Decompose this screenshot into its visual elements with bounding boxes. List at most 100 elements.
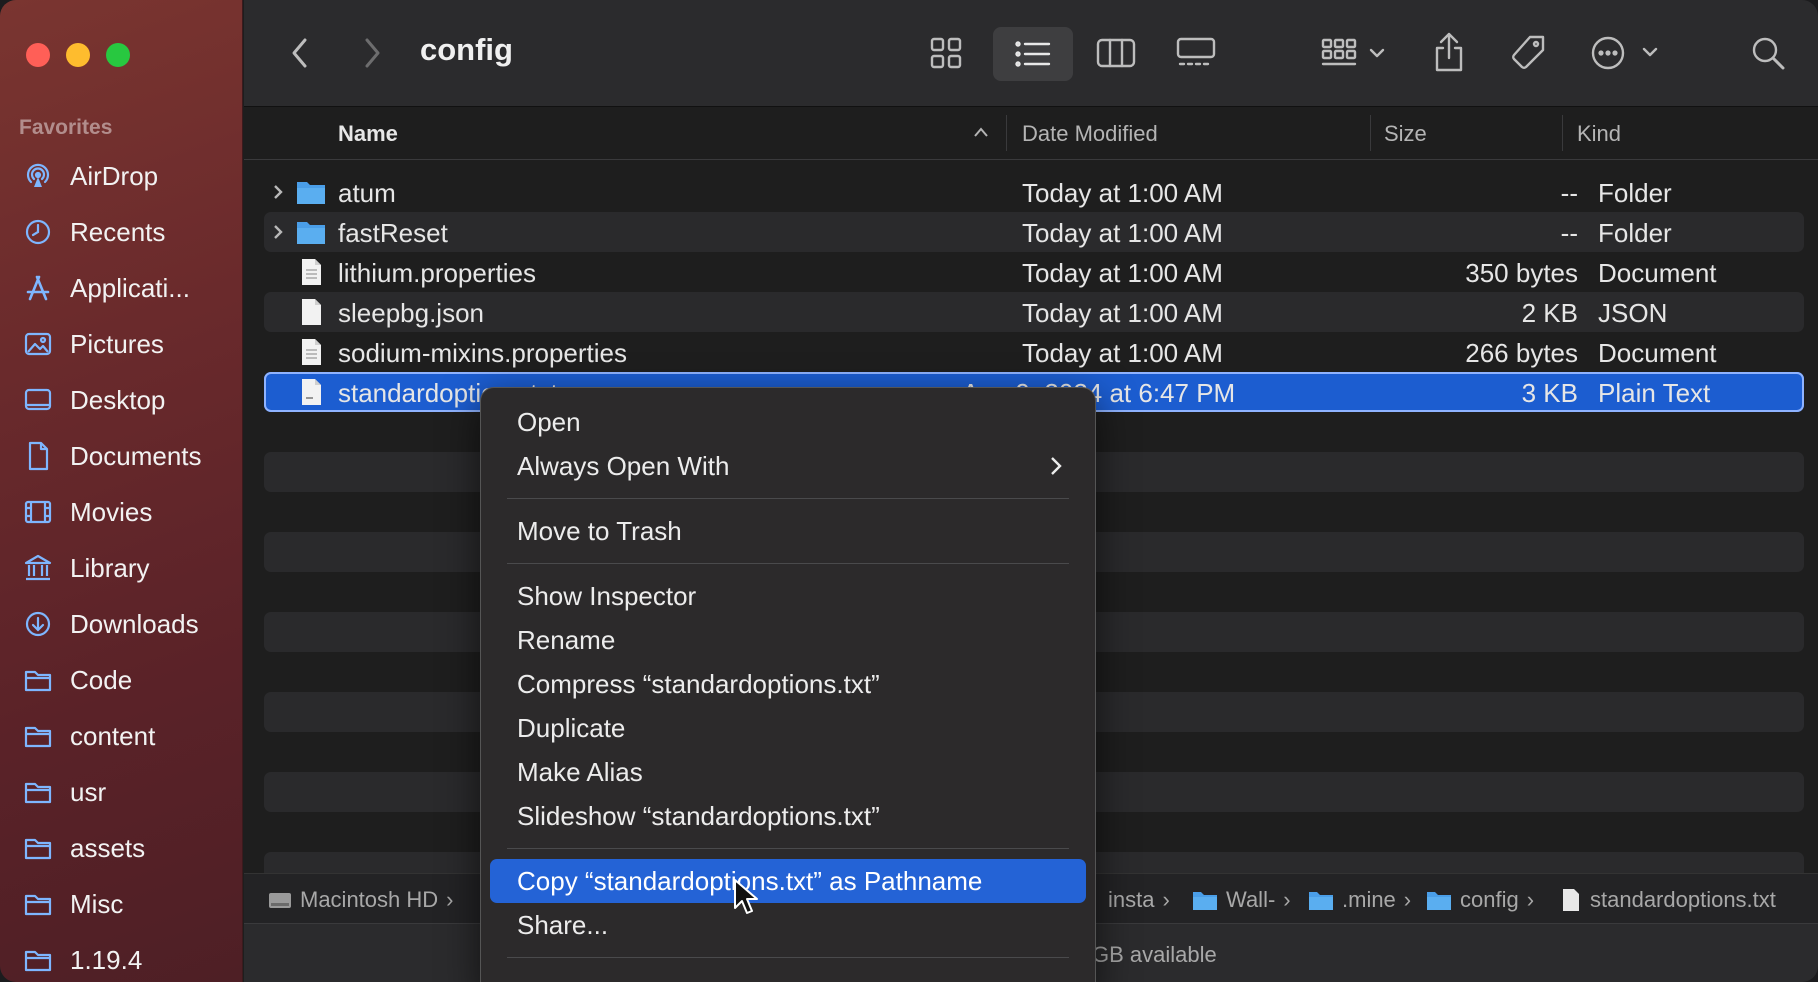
sidebar-item-1-19-4[interactable]: 1.19.4 [0, 932, 243, 982]
sidebar-item-airdrop[interactable]: AirDrop [0, 148, 243, 204]
file-size: 350 bytes [1465, 258, 1578, 288]
sidebar-item-applications[interactable]: Applicati... [0, 260, 243, 316]
disclosure-triangle-icon[interactable] [268, 178, 288, 206]
path-segment[interactable]: config › [1426, 887, 1534, 913]
sidebar-item-downloads[interactable]: Downloads [0, 596, 243, 652]
column-view-button[interactable] [1090, 30, 1142, 76]
list-view-button[interactable] [993, 27, 1073, 81]
path-segment[interactable]: Macintosh HD › [268, 887, 453, 913]
file-name: sleepbg.json [338, 298, 484, 328]
column-divider[interactable] [1370, 115, 1371, 151]
sidebar-item-label: content [70, 720, 156, 751]
zoom-window-button[interactable] [106, 43, 130, 67]
sidebar-item-label: Misc [70, 888, 124, 919]
icon-view-button[interactable] [920, 30, 972, 76]
sidebar-item-misc[interactable]: Misc [0, 876, 243, 932]
sidebar-item-code[interactable]: Code [0, 652, 243, 708]
sidebar-item-label: Desktop [70, 384, 166, 415]
sidebar-item-usr[interactable]: usr [0, 764, 243, 820]
menu-item-always-open-with[interactable]: Always Open With [490, 444, 1086, 488]
hard-drive-icon [269, 893, 291, 908]
path-segment[interactable]: insta › [1108, 887, 1170, 913]
document-file-icon [302, 259, 321, 285]
file-kind: Document [1598, 258, 1717, 288]
column-size[interactable]: Size [1384, 121, 1427, 147]
column-kind[interactable]: Kind [1577, 121, 1621, 147]
path-separator: › [446, 887, 454, 912]
path-segment[interactable]: .mine › [1308, 887, 1411, 913]
document-file-icon [302, 339, 321, 365]
sidebar-item-label: usr [70, 776, 107, 807]
gallery-view-button[interactable] [1170, 30, 1222, 76]
folder-icon [1309, 892, 1333, 910]
desktop-icon [24, 388, 52, 411]
menu-item-share[interactable]: Share... [490, 903, 1086, 947]
column-date-modified[interactable]: Date Modified [1022, 121, 1158, 147]
sidebar-item-pictures[interactable]: Pictures [0, 316, 243, 372]
file-size: -- [1560, 218, 1578, 248]
path-segment-label: Wall- [1226, 887, 1276, 912]
close-window-button[interactable] [26, 43, 50, 67]
column-divider[interactable] [1006, 115, 1007, 151]
column-divider[interactable] [1562, 115, 1563, 151]
toolbar: config [244, 0, 1818, 107]
sidebar-item-content[interactable]: content [0, 708, 243, 764]
sidebar-item-label: Applicati... [70, 272, 190, 303]
table-row[interactable]: fastReset Today at 1:00 AM -- Folder [264, 212, 1804, 252]
table-row[interactable]: sodium-mixins.properties Today at 1:00 A… [264, 332, 1804, 372]
menu-item-compress[interactable]: Compress “standardoptions.txt” [490, 662, 1086, 706]
forward-button[interactable] [354, 30, 390, 76]
sidebar-item-library[interactable]: Library [0, 540, 243, 596]
path-separator: › [1526, 887, 1535, 912]
sidebar-item-documents[interactable]: Documents [0, 428, 243, 484]
menu-item-move-to-trash[interactable]: Move to Trash [490, 509, 1086, 553]
back-button[interactable] [282, 30, 318, 76]
disclosure-triangle-icon[interactable] [268, 218, 288, 246]
menu-item-slideshow[interactable]: Slideshow “standardoptions.txt” [490, 794, 1086, 838]
sidebar-list: AirDrop Recents Applicati... Pictures De… [0, 148, 243, 982]
sidebar-item-label: Code [70, 664, 133, 695]
table-row[interactable]: lithium.properties Today at 1:00 AM 350 … [264, 252, 1804, 292]
table-row[interactable]: sleepbg.json Today at 1:00 AM 2 KB JSON [264, 292, 1804, 332]
menu-item-show-inspector[interactable]: Show Inspector [490, 574, 1086, 618]
clock-icon [25, 219, 51, 245]
chevron-right-icon [365, 38, 380, 68]
file-size: 266 bytes [1465, 338, 1578, 368]
menu-item-duplicate[interactable]: Duplicate [490, 706, 1086, 750]
menu-item-open[interactable]: Open [490, 400, 1086, 444]
menu-item-copy-pathname[interactable]: Copy “standardoptions.txt” as Pathname [490, 859, 1086, 903]
path-segment-label: .mine [1342, 887, 1396, 912]
path-segment[interactable]: Wall- › [1192, 887, 1291, 913]
path-separator: › [1162, 887, 1170, 912]
more-actions-button[interactable] [1584, 28, 1668, 78]
column-name[interactable]: Name [338, 121, 398, 147]
library-icon [24, 554, 52, 581]
table-row[interactable]: atum Today at 1:00 AM -- Folder [264, 172, 1804, 212]
path-segment[interactable]: standardoptions.txt [1560, 887, 1776, 913]
applications-icon [26, 275, 50, 301]
airdrop-icon [26, 163, 50, 187]
share-button[interactable] [1424, 26, 1474, 78]
tags-button[interactable] [1502, 28, 1554, 78]
folder-icon [1193, 892, 1217, 910]
sidebar-item-assets[interactable]: assets [0, 820, 243, 876]
minimize-window-button[interactable] [66, 43, 90, 67]
sidebar-item-desktop[interactable]: Desktop [0, 372, 243, 428]
available-space: GB available [1092, 942, 1217, 967]
favorites-heading: Favorites [19, 116, 113, 139]
sidebar-item-label: Documents [70, 440, 202, 471]
sidebar-item-recents[interactable]: Recents [0, 204, 243, 260]
sidebar-item-movies[interactable]: Movies [0, 484, 243, 540]
search-button[interactable] [1744, 30, 1792, 76]
file-name: sodium-mixins.properties [338, 338, 627, 368]
sidebar-item-label: Library [70, 552, 150, 583]
sidebar-item-label: Downloads [70, 608, 199, 639]
window-title: config [420, 32, 513, 67]
folder-icon [24, 726, 52, 748]
menu-item-rename[interactable]: Rename [490, 618, 1086, 662]
group-icon [1321, 38, 1385, 66]
menu-item-make-alias[interactable]: Make Alias [490, 750, 1086, 794]
group-button[interactable] [1314, 30, 1394, 76]
context-menu: Open Always Open With Move to Trash Show… [480, 387, 1096, 982]
document-file-icon [1563, 889, 1579, 911]
